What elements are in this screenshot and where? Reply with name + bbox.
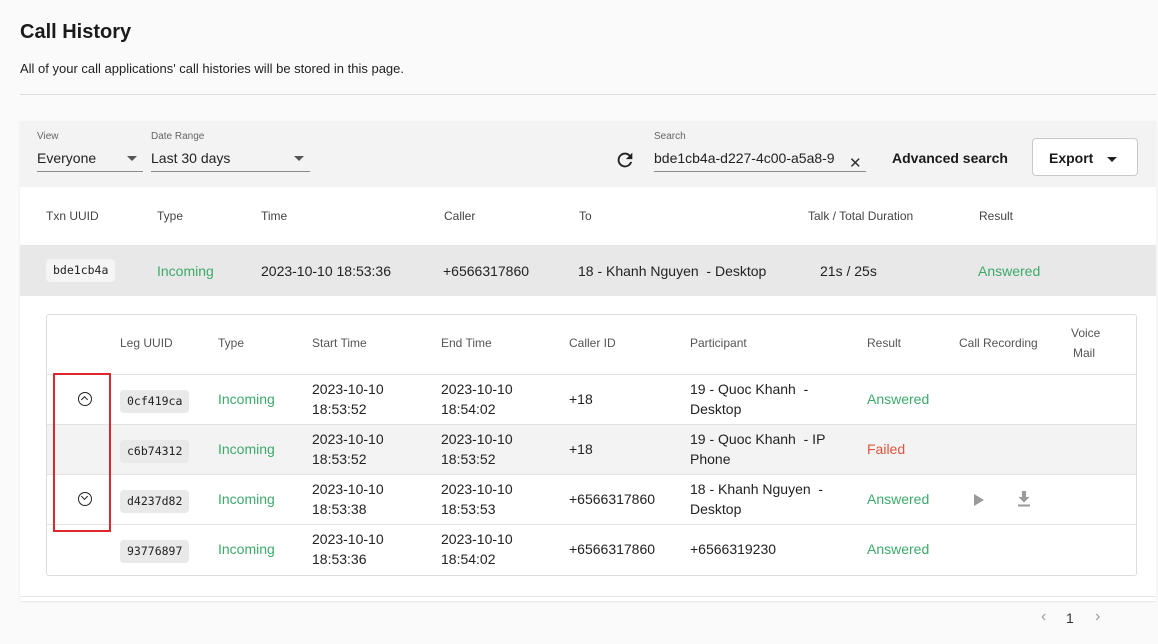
play-icon[interactable] <box>974 494 984 506</box>
leg-end-date: 2023-10-10 <box>441 381 513 397</box>
export-button[interactable]: Export <box>1032 138 1138 176</box>
pagination-divider <box>20 596 1156 597</box>
col-type: Type <box>157 209 184 223</box>
search-input[interactable]: bde1cb4a-d227-4c00-a5a8-9 <box>654 150 846 166</box>
leg-caller-id: +6566317860 <box>569 541 656 557</box>
leg-end-clock: 18:53:52 <box>441 451 496 467</box>
leg-uuid-chip: d4237d82 <box>120 490 190 513</box>
view-select[interactable]: Everyone <box>37 150 96 166</box>
date-range-label: Date Range <box>151 131 205 142</box>
row-time: 2023-10-10 18:53:36 <box>261 263 391 279</box>
leg-start-date: 2023-10-10 <box>312 481 384 497</box>
row-caller: +6566317860 <box>443 263 530 279</box>
row-duration: 21s / 25s <box>820 263 877 279</box>
leg-uuid-chip: c6b74312 <box>120 440 190 463</box>
col-participant: Participant <box>690 336 747 350</box>
leg-result: Answered <box>867 491 930 507</box>
txn-uuid-chip: bde1cb4a <box>46 259 116 282</box>
leg-type: Incoming <box>218 491 275 507</box>
row-type: Incoming <box>157 263 214 279</box>
leg-uuid-chip: 0cf419ca <box>120 390 190 413</box>
table-row[interactable]: d4237d82 Incoming 2023-10-10 18:53:38 20… <box>47 474 1136 524</box>
col-voice-mail-1: Voice <box>1071 326 1101 340</box>
call-history-card: View Everyone Date Range Last 30 days Se… <box>20 121 1156 601</box>
leg-participant-line2: Phone <box>690 451 731 467</box>
leg-type: Incoming <box>218 391 275 407</box>
col-result: Result <box>979 209 1014 223</box>
leg-start-clock: 18:53:52 <box>312 401 367 417</box>
divider <box>20 94 1156 95</box>
clear-search-icon[interactable]: ✕ <box>849 156 862 172</box>
col-call-recording: Call Recording <box>959 336 1038 350</box>
prev-page-icon[interactable]: ‹ <box>1041 608 1046 626</box>
page-subtitle: All of your call applications' call hist… <box>20 61 405 76</box>
leg-participant-line1: +6566319230 <box>690 541 777 557</box>
table-row[interactable]: 93776897 Incoming 2023-10-10 18:53:36 20… <box>47 524 1136 574</box>
leg-start-clock: 18:53:36 <box>312 551 367 567</box>
col-start-time: Start Time <box>312 336 367 350</box>
leg-type: Incoming <box>218 441 275 457</box>
leg-end-date: 2023-10-10 <box>441 431 513 447</box>
col-time: Time <box>261 209 288 223</box>
leg-end-date: 2023-10-10 <box>441 531 513 547</box>
leg-start-clock: 18:53:52 <box>312 451 367 467</box>
leg-start-date: 2023-10-10 <box>312 531 384 547</box>
call-legs-table: Leg UUID Type Start Time End Time Caller… <box>46 314 1137 576</box>
leg-uuid-chip: 93776897 <box>120 540 190 563</box>
table-row[interactable]: bde1cb4a Incoming 2023-10-10 18:53:36 +6… <box>20 245 1156 296</box>
col-duration: Talk / Total Duration <box>808 209 914 223</box>
table-row[interactable]: c6b74312 Incoming 2023-10-10 18:53:52 20… <box>47 424 1136 474</box>
table-row[interactable]: 0cf419ca Incoming 2023-10-10 18:53:52 20… <box>47 374 1136 424</box>
leg-end-clock: 18:53:53 <box>441 501 496 517</box>
col-leg-uuid: Leg UUID <box>120 336 173 350</box>
leg-participant-line2: Desktop <box>690 501 742 517</box>
row-to: 18 - Khanh Nguyen - Desktop <box>578 263 767 279</box>
next-page-icon[interactable]: › <box>1095 608 1100 626</box>
date-range-underline <box>151 171 310 172</box>
chevron-down-icon <box>1107 157 1117 162</box>
highlight-box <box>53 373 111 532</box>
call-history-page: Call History All of your call applicatio… <box>0 0 1158 644</box>
refresh-icon[interactable] <box>614 149 636 171</box>
leg-end-clock: 18:54:02 <box>441 401 496 417</box>
date-range-caret-icon[interactable] <box>294 156 304 161</box>
leg-start-date: 2023-10-10 <box>312 431 384 447</box>
col-leg-result: Result <box>867 336 902 350</box>
download-icon[interactable] <box>1017 491 1031 507</box>
leg-start-date: 2023-10-10 <box>312 381 384 397</box>
leg-result: Answered <box>867 541 930 557</box>
col-txn-uuid: Txn UUID <box>46 209 99 223</box>
view-label: View <box>37 131 59 142</box>
leg-end-date: 2023-10-10 <box>441 481 513 497</box>
leg-result: Failed <box>867 441 906 457</box>
page-title: Call History <box>20 21 132 43</box>
leg-type: Incoming <box>218 541 275 557</box>
leg-result: Answered <box>867 391 930 407</box>
leg-participant-line2: Desktop <box>690 401 742 417</box>
col-leg-type: Type <box>218 336 245 350</box>
col-caller: Caller <box>444 209 476 223</box>
search-label: Search <box>654 131 686 142</box>
col-caller-id: Caller ID <box>569 336 616 350</box>
advanced-search-link[interactable]: Advanced search <box>892 150 1008 166</box>
leg-participant-line1: 19 - Quoc Khanh - IP <box>690 431 826 447</box>
view-underline <box>37 171 143 172</box>
leg-start-clock: 18:53:38 <box>312 501 367 517</box>
col-end-time: End Time <box>441 336 492 350</box>
leg-caller-id: +18 <box>569 441 593 457</box>
leg-participant-line1: 18 - Khanh Nguyen - <box>690 481 824 497</box>
current-page[interactable]: 1 <box>1066 610 1074 626</box>
leg-caller-id: +18 <box>569 391 593 407</box>
filter-bar: View Everyone Date Range Last 30 days Se… <box>20 121 1156 187</box>
col-voice-mail-2: Mail <box>1073 346 1096 360</box>
row-result: Answered <box>978 263 1041 279</box>
view-caret-icon[interactable] <box>127 156 137 161</box>
leg-participant-line1: 19 - Quoc Khanh - <box>690 381 809 397</box>
leg-end-clock: 18:54:02 <box>441 551 496 567</box>
col-to: To <box>579 209 592 223</box>
leg-caller-id: +6566317860 <box>569 491 656 507</box>
date-range-select[interactable]: Last 30 days <box>151 150 230 166</box>
export-label: Export <box>1049 150 1094 166</box>
search-underline <box>654 171 866 172</box>
